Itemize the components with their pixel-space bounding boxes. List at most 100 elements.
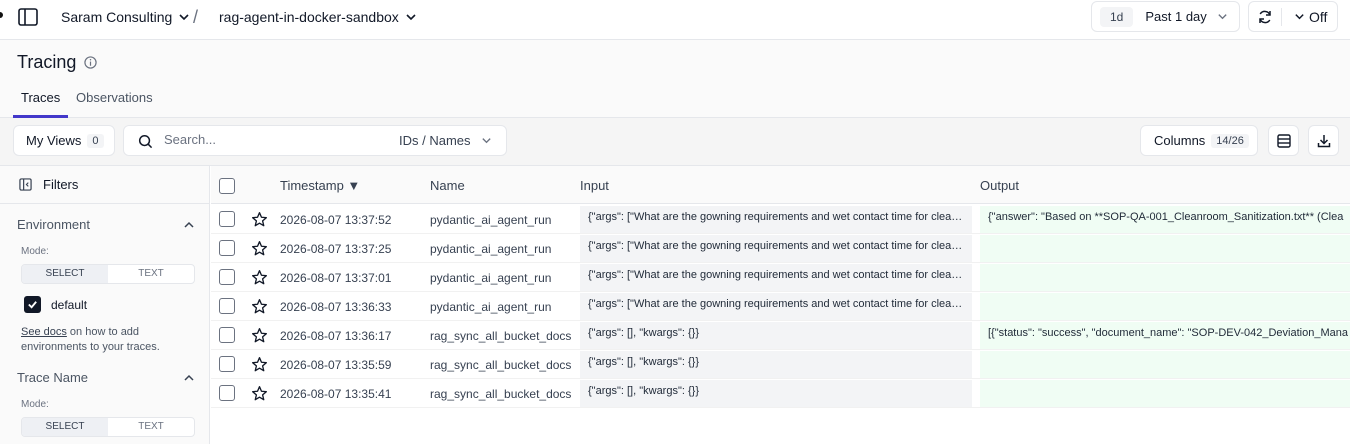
table-row[interactable]: 2026-08-07 13:36:33 pydantic_ai_agent_run…: [211, 292, 1350, 321]
mode-text-option[interactable]: TEXT: [108, 418, 194, 436]
row-checkbox[interactable]: [219, 269, 235, 285]
mode-label: Mode:: [21, 246, 49, 257]
star-icon[interactable]: [251, 385, 268, 405]
table-row[interactable]: 2026-08-07 13:35:59 rag_sync_all_bucket_d…: [211, 350, 1350, 379]
cell-input[interactable]: {"args": ["What are the gowning requirem…: [580, 293, 972, 320]
org-switcher[interactable]: Saram Consulting: [61, 9, 190, 25]
cell-timestamp: 2026-08-07 13:36:33: [280, 300, 392, 314]
row-density-button[interactable]: [1268, 125, 1299, 156]
column-header-name[interactable]: Name: [430, 178, 465, 193]
sidebar-toggle-icon[interactable]: [18, 8, 38, 26]
mode-select-option[interactable]: SELECT: [22, 265, 108, 283]
my-views-button[interactable]: My Views 0: [13, 125, 115, 156]
cell-output[interactable]: [980, 351, 1350, 378]
checkbox-checked[interactable]: [24, 296, 41, 313]
chevron-up-icon[interactable]: [183, 372, 195, 384]
cell-output[interactable]: {"answer": "Based on **SOP-QA-001_Cleanr…: [980, 206, 1350, 233]
cell-timestamp: 2026-08-07 13:36:17: [280, 329, 392, 343]
mode-label: Mode:: [21, 399, 49, 410]
table-row[interactable]: 2026-08-07 13:36:17 rag_sync_all_bucket_d…: [211, 321, 1350, 350]
cell-timestamp: 2026-08-07 13:37:01: [280, 271, 392, 285]
column-header-timestamp[interactable]: Timestamp ▼: [280, 178, 360, 193]
columns-button[interactable]: Columns 14/26: [1140, 125, 1258, 156]
search-mode-label: IDs / Names: [399, 133, 471, 148]
row-checkbox[interactable]: [219, 211, 235, 227]
star-icon[interactable]: [251, 298, 268, 318]
rows-icon: [1276, 133, 1291, 148]
search-input[interactable]: [164, 132, 384, 147]
cell-input[interactable]: {"args": [], "kwargs": {}}: [580, 322, 972, 349]
filters-panel: Filters Environment Mode: SELECT TEXT de…: [0, 166, 210, 444]
cell-input[interactable]: {"args": ["What are the gowning requirem…: [580, 264, 972, 291]
my-views-label: My Views: [26, 133, 82, 148]
star-icon[interactable]: [251, 327, 268, 347]
table-row[interactable]: 2026-08-07 13:37:01 pydantic_ai_agent_run…: [211, 263, 1350, 292]
cell-output[interactable]: [980, 264, 1350, 291]
cell-input[interactable]: {"args": ["What are the gowning requirem…: [580, 206, 972, 233]
edge-dot: [0, 12, 3, 18]
time-range-select[interactable]: 1d Past 1 day: [1091, 1, 1240, 32]
star-icon[interactable]: [251, 211, 268, 231]
row-checkbox[interactable]: [219, 298, 235, 314]
download-button[interactable]: [1308, 125, 1339, 156]
tab-traces[interactable]: Traces: [21, 90, 60, 105]
column-header-input[interactable]: Input: [580, 178, 609, 193]
column-header-output[interactable]: Output: [980, 178, 1019, 193]
cell-name[interactable]: pydantic_ai_agent_run: [430, 242, 551, 256]
panel-collapse-icon[interactable]: [19, 178, 32, 191]
row-checkbox[interactable]: [219, 327, 235, 343]
cell-input[interactable]: {"args": [], "kwargs": {}}: [580, 380, 972, 407]
tab-observations[interactable]: Observations: [76, 90, 153, 105]
cell-name[interactable]: rag_sync_all_bucket_docs: [430, 358, 571, 372]
toolbar: My Views 0 IDs / Names Columns 14/26: [0, 118, 1350, 166]
cell-name[interactable]: pydantic_ai_agent_run: [430, 271, 551, 285]
chevron-down-icon: [1218, 14, 1227, 20]
cell-name[interactable]: pydantic_ai_agent_run: [430, 300, 551, 314]
check-icon: [28, 301, 37, 309]
refresh-icon[interactable]: [1257, 9, 1273, 25]
star-icon[interactable]: [251, 356, 268, 376]
cell-output[interactable]: [980, 380, 1350, 407]
trace-name-section-title[interactable]: Trace Name: [17, 370, 88, 385]
auto-refresh-control[interactable]: Off: [1248, 1, 1338, 32]
search-mode-select[interactable]: IDs / Names: [399, 133, 492, 148]
chevron-down-icon: [179, 14, 189, 21]
table-row[interactable]: 2026-08-07 13:35:41 rag_sync_all_bucket_d…: [211, 379, 1350, 408]
table-row[interactable]: 2026-08-07 13:37:25 pydantic_ai_agent_run…: [211, 234, 1350, 263]
cell-input[interactable]: {"args": [], "kwargs": {}}: [580, 351, 972, 378]
project-switcher[interactable]: rag-agent-in-docker-sandbox: [219, 9, 417, 25]
my-views-count: 0: [87, 133, 104, 148]
org-name: Saram Consulting: [61, 9, 173, 25]
environment-section-title[interactable]: Environment: [17, 217, 90, 232]
cell-output[interactable]: [980, 235, 1350, 262]
row-checkbox[interactable]: [219, 356, 235, 372]
download-icon: [1317, 134, 1330, 147]
cell-name[interactable]: pydantic_ai_agent_run: [430, 213, 551, 227]
chevron-up-icon[interactable]: [183, 219, 195, 231]
time-range-label: Past 1 day: [1145, 9, 1207, 24]
mode-text-option[interactable]: TEXT: [108, 265, 194, 283]
filters-header: Filters: [0, 166, 209, 204]
top-bar: Saram Consulting / rag-agent-in-docker-s…: [0, 0, 1350, 40]
see-docs-link[interactable]: See docs: [21, 326, 67, 338]
search-icon: [138, 134, 153, 149]
cell-output[interactable]: [{"status": "success", "document_name": …: [980, 322, 1350, 349]
cell-timestamp: 2026-08-07 13:35:59: [280, 358, 392, 372]
cell-output[interactable]: [980, 293, 1350, 320]
cell-name[interactable]: rag_sync_all_bucket_docs: [430, 387, 571, 401]
environment-option-default[interactable]: default: [24, 296, 87, 313]
chevron-down-icon: [406, 14, 416, 21]
select-all-checkbox[interactable]: [219, 178, 235, 194]
cell-input[interactable]: {"args": ["What are the gowning requirem…: [580, 235, 972, 262]
cell-name[interactable]: rag_sync_all_bucket_docs: [430, 329, 571, 343]
row-checkbox[interactable]: [219, 385, 235, 401]
info-icon[interactable]: [84, 56, 97, 69]
filters-title: Filters: [43, 177, 79, 192]
star-icon[interactable]: [251, 269, 268, 289]
row-checkbox[interactable]: [219, 240, 235, 256]
star-icon[interactable]: [251, 240, 268, 260]
mode-select-option[interactable]: SELECT: [22, 418, 108, 436]
table-row[interactable]: 2026-08-07 13:37:52 pydantic_ai_agent_run…: [211, 205, 1350, 234]
columns-label: Columns: [1154, 133, 1206, 148]
project-name: rag-agent-in-docker-sandbox: [219, 9, 399, 25]
